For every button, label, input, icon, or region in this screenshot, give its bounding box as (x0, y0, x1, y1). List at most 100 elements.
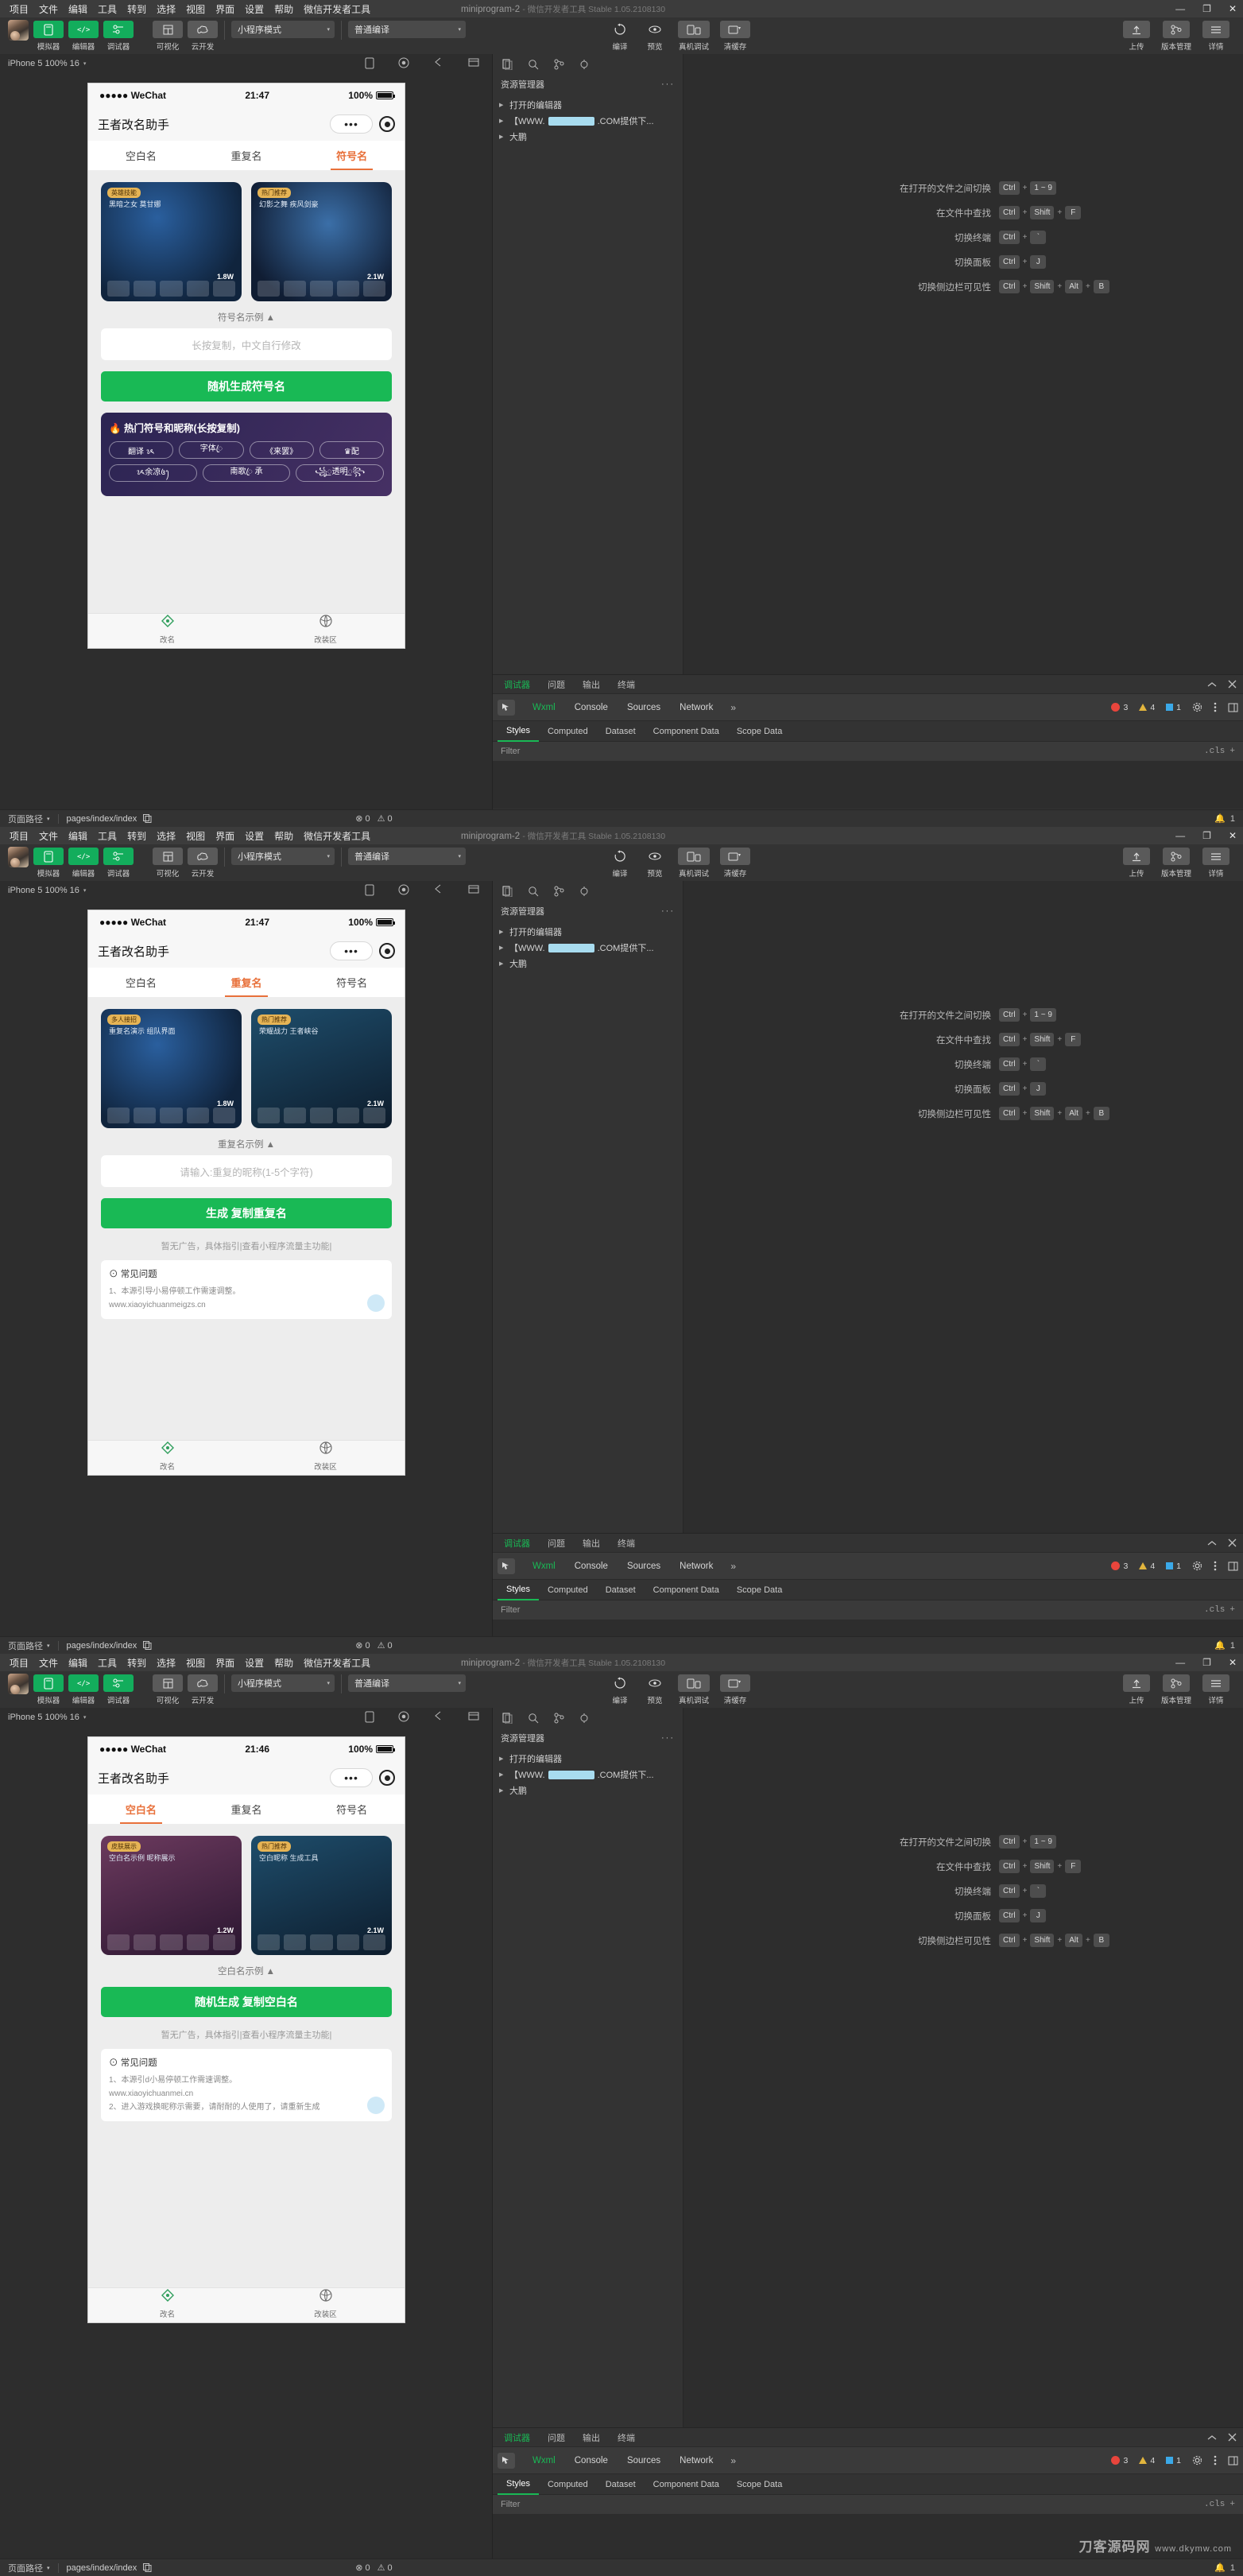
chevron-down-icon[interactable]: ▾ (83, 887, 87, 894)
debugger-toggle[interactable]: 调试器 (103, 1674, 134, 1705)
generate-button[interactable]: 生成 复制重复名 (101, 1198, 392, 1228)
error-count-badge[interactable]: 3 (1111, 2456, 1128, 2465)
user-avatar[interactable] (8, 847, 29, 867)
gear-icon[interactable] (1192, 702, 1202, 712)
styles-filter-input[interactable]: Filter (501, 747, 520, 756)
dock-icon[interactable] (1228, 703, 1238, 712)
upload-button[interactable]: 上传 (1119, 21, 1154, 52)
menu-item-settings[interactable]: 设置 (245, 829, 264, 843)
close-icon[interactable] (1228, 2433, 1237, 2442)
menu-item-wechat-devtools[interactable]: 微信开发者工具 (304, 1656, 370, 1670)
copy-icon[interactable] (143, 814, 152, 823)
upload-button[interactable]: 上传 (1119, 848, 1154, 879)
menu-item-settings[interactable]: 设置 (245, 1656, 264, 1670)
menu-item-interface[interactable]: 界面 (215, 2, 234, 16)
warning-count-badge[interactable]: 4 (1139, 2456, 1155, 2465)
back-icon[interactable] (433, 57, 444, 69)
close-icon[interactable] (1228, 680, 1237, 689)
menu-item-wechat-devtools[interactable]: 微信开发者工具 (304, 2, 370, 16)
device-label[interactable]: iPhone 5 100% 16 (8, 1713, 79, 1722)
info-count-badge[interactable]: 1 (1166, 2456, 1181, 2465)
tabbar-item-rename[interactable]: 改名 (88, 1441, 246, 1475)
user-avatar[interactable] (8, 1674, 29, 1694)
chevron-down-icon[interactable]: ▾ (83, 1714, 87, 1721)
devtools-tab-sources[interactable]: Sources (618, 1562, 670, 1571)
record-icon[interactable] (398, 884, 409, 896)
files-icon[interactable] (502, 59, 513, 70)
devtools-subtab-dataset[interactable]: Dataset (597, 1585, 645, 1595)
tab-repeat-name[interactable]: 重复名 (194, 141, 300, 170)
preview-button[interactable]: 预览 (639, 1674, 671, 1705)
warning-counter[interactable]: ⚠ 0 (378, 1640, 393, 1651)
preview-card[interactable]: 英雄技能 黑暗之女 莫甘娜 1.8W (101, 182, 242, 301)
more-menu-button[interactable]: ••• (330, 1768, 373, 1787)
tab-blank-name[interactable]: 空白名 (88, 1794, 194, 1824)
tree-item-open-editors[interactable]: ▶ 打开的编辑器 (493, 97, 683, 113)
nickname-input[interactable]: 长按复制，中文自行修改 (101, 328, 392, 360)
devtools-tab-problems[interactable]: 问题 (548, 678, 565, 691)
devtools-subtab-dataset[interactable]: Dataset (597, 2480, 645, 2489)
folder-icon[interactable] (468, 57, 479, 69)
menu-item-interface[interactable]: 界面 (215, 829, 234, 843)
menu-item-edit[interactable]: 编辑 (68, 829, 87, 843)
menu-item-help[interactable]: 帮助 (274, 1656, 293, 1670)
devtools-tab-sources[interactable]: Sources (618, 2456, 670, 2465)
gear-icon[interactable] (1192, 2455, 1202, 2465)
tabbar-item-community[interactable]: 改装区 (246, 2288, 405, 2322)
styles-filter-input[interactable]: Filter (501, 2500, 520, 2509)
compile-select[interactable]: 普通编译 ▾ (348, 21, 466, 38)
tabbar-item-rename[interactable]: 改名 (88, 2288, 246, 2322)
menu-item-help[interactable]: 帮助 (274, 829, 293, 843)
collapse-icon[interactable] (1207, 2434, 1217, 2441)
devtools-tab-debugger[interactable]: 调试器 (504, 2431, 530, 2444)
menu-item-view[interactable]: 视图 (186, 1656, 205, 1670)
inspect-element-icon[interactable] (498, 1558, 515, 1574)
debug-icon[interactable] (579, 1713, 590, 1724)
symbol-chip[interactable]: 南歌ꦿ 承 (203, 464, 291, 482)
menu-item-project[interactable]: 项目 (10, 1656, 29, 1670)
tree-item-open-editors[interactable]: ▶ 打开的编辑器 (493, 924, 683, 940)
debugger-toggle[interactable]: 调试器 (103, 21, 134, 52)
search-icon[interactable] (528, 886, 539, 897)
copy-icon[interactable] (143, 1641, 152, 1650)
git-icon[interactable] (553, 886, 564, 897)
compile-select[interactable]: 普通编译 ▾ (348, 1674, 466, 1692)
compile-button[interactable]: 编译 (604, 1674, 636, 1705)
devtools-subtab-scope-data[interactable]: Scope Data (728, 2480, 791, 2489)
dock-icon[interactable] (1228, 2456, 1238, 2465)
devtools-subtab-scope-data[interactable]: Scope Data (728, 1585, 791, 1595)
preview-card[interactable]: 多人接招 重复名演示 组队界面 1.8W (101, 1009, 242, 1128)
compile-button[interactable]: 编译 (604, 21, 636, 52)
generate-button[interactable]: 随机生成 复制空白名 (101, 1987, 392, 2017)
editor-toggle[interactable]: </> 编辑器 (68, 848, 99, 879)
menu-item-select[interactable]: 选择 (157, 829, 176, 843)
warning-counter[interactable]: ⚠ 0 (378, 2562, 393, 2573)
cloud-dev-toggle[interactable]: 云开发 (188, 21, 218, 52)
details-button[interactable]: 详情 (1198, 21, 1233, 52)
devtools-subtab-component-data[interactable]: Component Data (645, 1585, 728, 1595)
mode-select[interactable]: 小程序模式 ▾ (231, 21, 335, 38)
menu-item-file[interactable]: 文件 (39, 829, 58, 843)
menu-item-tools[interactable]: 工具 (98, 2, 117, 16)
tab-repeat-name[interactable]: 重复名 (194, 1794, 300, 1824)
tree-item-open-editors[interactable]: ▶ 打开的编辑器 (493, 1751, 683, 1767)
tree-item-dapeng[interactable]: ▶ 大鹏 (493, 956, 683, 972)
devtools-tab-output[interactable]: 输出 (583, 678, 600, 691)
dock-icon[interactable] (1228, 1562, 1238, 1571)
tree-item-project-root[interactable]: ▶ 【WWW. .COM提供下... (493, 940, 683, 956)
version-management-button[interactable]: 版本管理 (1159, 1674, 1194, 1705)
devtools-tab-output[interactable]: 输出 (583, 2431, 600, 2444)
devtools-tab-terminal[interactable]: 终端 (618, 2431, 635, 2444)
record-icon[interactable] (398, 1711, 409, 1723)
devtools-subtab-scope-data[interactable]: Scope Data (728, 727, 791, 736)
cls-toggle[interactable]: .cls+ (1199, 2500, 1235, 2509)
kebab-icon[interactable] (1214, 2455, 1217, 2465)
tab-blank-name[interactable]: 空白名 (88, 968, 194, 997)
editor-toggle[interactable]: </> 编辑器 (68, 21, 99, 52)
phone-frame-icon[interactable] (365, 1711, 374, 1723)
tabbar-item-rename[interactable]: 改名 (88, 614, 246, 648)
menu-item-settings[interactable]: 设置 (245, 2, 264, 16)
preview-button[interactable]: 预览 (639, 21, 671, 52)
menu-item-edit[interactable]: 编辑 (68, 1656, 87, 1670)
tree-item-dapeng[interactable]: ▶ 大鹏 (493, 129, 683, 145)
